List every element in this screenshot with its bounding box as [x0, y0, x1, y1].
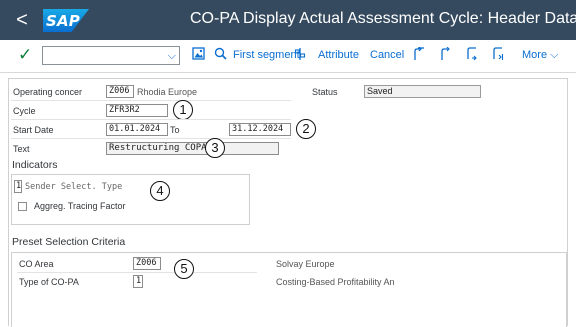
preset-selection-title: Preset Selection Criteria — [12, 236, 126, 248]
header-data-panel: Operating concer Z006 Rhodia Europe Stat… — [8, 78, 568, 327]
operating-concern-label: Operating concer — [13, 87, 83, 97]
text-field[interactable]: Restructuring COPA — [106, 142, 279, 155]
callout-5: 5 — [174, 259, 194, 279]
preset-selection-group: CO Area Z006 Solvay Europe Type of CO-PA… — [11, 252, 567, 327]
application-toolbar: ✓ ⌵ First segment Attribute Cancel More … — [0, 40, 576, 73]
co-area-field[interactable]: Z006 — [133, 257, 161, 270]
sender-select-type-label: Sender Select. Type — [25, 182, 123, 192]
callout-2: 2 — [296, 119, 316, 139]
cycle-field[interactable]: ZFR3R2 — [106, 104, 168, 117]
aggreg-tracing-factor-checkbox[interactable] — [18, 202, 27, 211]
aggreg-tracing-factor-label: Aggreg. Tracing Factor — [34, 201, 126, 211]
row-divider — [11, 138, 291, 139]
sap-logo-text: SAP — [46, 12, 81, 30]
next-page-icon[interactable] — [466, 47, 478, 65]
image-icon[interactable] — [192, 47, 205, 64]
co-area-label: CO Area — [19, 259, 54, 269]
end-date-field[interactable]: 31.12.2024 — [229, 123, 291, 136]
type-of-copa-label: Type of CO-PA — [19, 277, 79, 287]
sender-select-type-field[interactable]: 1 — [14, 180, 22, 193]
type-of-copa-field[interactable]: 1 — [133, 275, 143, 288]
row-divider — [17, 272, 257, 273]
shell-header: < SAP CO-PA Display Actual Assessment Cy… — [0, 0, 576, 40]
search-icon[interactable] — [214, 47, 227, 64]
to-label: To — [170, 125, 180, 135]
start-date-label: Start Date — [13, 125, 54, 135]
row-divider — [11, 119, 291, 120]
more-button[interactable]: More ⌵ — [522, 49, 558, 62]
attribute-button[interactable]: Attribute — [318, 49, 359, 61]
operating-concern-description: Rhodia Europe — [137, 87, 198, 97]
command-field[interactable]: ⌵ — [42, 46, 180, 65]
text-label: Text — [13, 144, 30, 154]
confirm-button[interactable]: ✓ — [18, 45, 32, 65]
page-title: CO-PA Display Actual Assessment Cycle: H… — [190, 10, 576, 27]
indicators-title: Indicators — [12, 159, 58, 171]
callout-3: 3 — [205, 138, 225, 158]
status-label: Status — [312, 87, 338, 97]
cancel-button[interactable]: Cancel — [370, 49, 404, 61]
callout-1: 1 — [173, 100, 193, 120]
cycle-label: Cycle — [13, 106, 36, 116]
chevron-down-icon[interactable]: ⌵ — [168, 47, 176, 65]
co-area-description: Solvay Europe — [276, 259, 335, 269]
last-page-icon[interactable] — [492, 47, 504, 65]
first-page-icon[interactable] — [413, 46, 425, 65]
start-date-field[interactable]: 01.01.2024 — [106, 123, 168, 136]
callout-4: 4 — [150, 181, 170, 201]
type-of-copa-description: Costing-Based Profitability An — [276, 277, 395, 287]
back-button[interactable]: < — [8, 6, 36, 34]
attribute-icon[interactable] — [294, 47, 306, 65]
first-segment-button[interactable]: First segment — [233, 49, 300, 61]
previous-page-icon[interactable] — [440, 46, 452, 65]
sap-logo: SAP — [43, 9, 89, 32]
row-divider — [11, 100, 291, 101]
operating-concern-field[interactable]: Z006 — [106, 85, 134, 98]
status-field: Saved — [364, 85, 481, 98]
indicators-group: 1 Sender Select. Type Aggreg. Tracing Fa… — [11, 174, 250, 225]
